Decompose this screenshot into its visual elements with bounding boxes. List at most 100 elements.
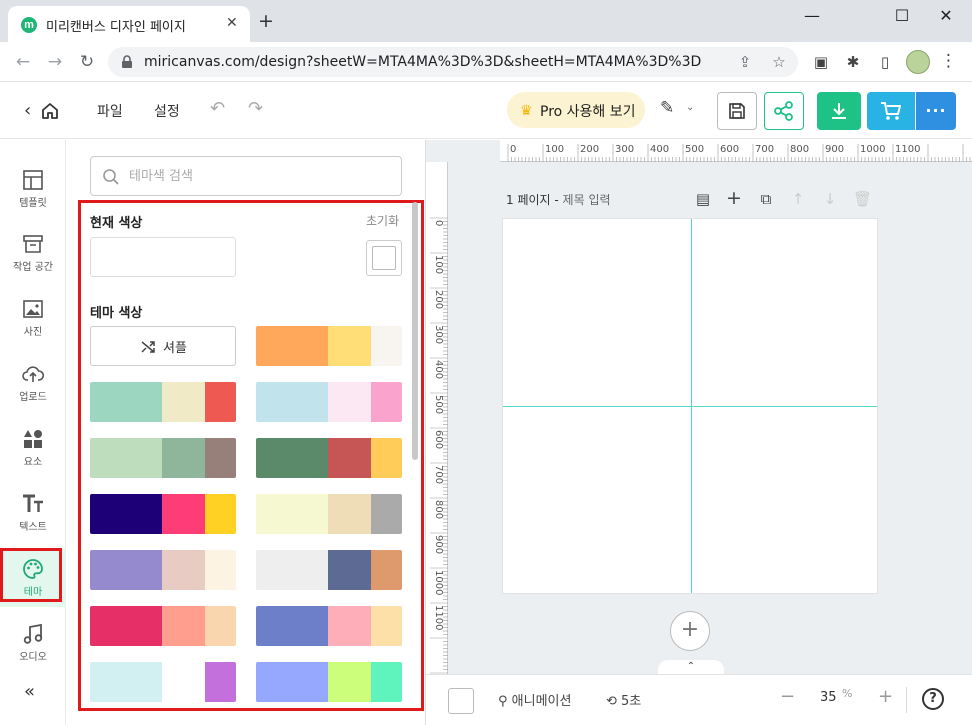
chevron-left-icon[interactable]: ‹ [24, 100, 31, 121]
theme-palette[interactable] [256, 550, 402, 590]
profile-avatar[interactable] [906, 50, 930, 74]
palette-swatch [371, 606, 402, 646]
duplicate-page-icon[interactable]: ⧉ [757, 190, 775, 208]
theme-palette[interactable] [90, 438, 236, 478]
pen-icon[interactable]: ✎ [660, 98, 674, 118]
theme-palette[interactable] [90, 494, 236, 534]
delete-page-icon[interactable]: 🗑 [853, 190, 872, 208]
sidebar-item-workspace[interactable]: 작업 공간 [0, 224, 66, 282]
divider [906, 687, 907, 713]
background-color-swatch[interactable] [448, 688, 474, 714]
theme-palette[interactable] [90, 382, 236, 422]
sidebar-item-upload[interactable]: 업로드 [0, 354, 66, 412]
palette-swatch [205, 494, 236, 534]
ruler-tick-label: 800 [790, 144, 810, 155]
menu-settings[interactable]: 설정 [154, 101, 180, 121]
workspace-icon [23, 235, 43, 253]
palette-swatch [162, 550, 205, 590]
zoom-value[interactable]: 35 [820, 690, 837, 705]
share-page-icon[interactable]: ⇪ [735, 52, 755, 72]
ruler-tick-label: 900 [825, 144, 845, 155]
minimize-icon[interactable]: — [792, 4, 832, 28]
chevron-down-icon[interactable]: ⌄ [686, 102, 694, 113]
move-down-icon[interactable]: ↓ [821, 190, 839, 208]
palette-swatch [162, 382, 205, 422]
palette-swatch [90, 494, 162, 534]
cart-button[interactable] [867, 92, 915, 130]
download-button[interactable] [817, 92, 861, 130]
sidebar-item-audio[interactable]: 오디오 [0, 614, 66, 672]
extensions-puzzle-icon[interactable]: ✱ [842, 51, 864, 73]
palette-swatch [205, 382, 236, 422]
pro-trial-button[interactable]: ♛ Pro 사용해 보기 [507, 92, 645, 128]
redo-icon[interactable]: ↷ [248, 98, 263, 119]
shuffle-icon [141, 341, 155, 353]
close-icon[interactable]: ✕ [226, 15, 238, 31]
theme-search-box[interactable] [90, 156, 402, 196]
back-arrow-icon[interactable]: ← [12, 51, 34, 73]
palette-swatch [162, 662, 205, 702]
collapse-sidebar-icon[interactable]: « [24, 681, 35, 702]
chevron-up-icon[interactable]: ⌃ [658, 660, 724, 674]
page-note-icon[interactable]: ▤ [694, 190, 712, 208]
theme-palette[interactable] [90, 662, 236, 702]
save-button[interactable] [717, 92, 757, 130]
sidebar-item-template[interactable]: 템플릿 [0, 160, 66, 218]
shuffle-button[interactable]: 셔플 [90, 326, 236, 366]
theme-palette[interactable] [256, 606, 402, 646]
window-close-icon[interactable]: ✕ [926, 4, 966, 28]
page-title-input[interactable]: 제목 입력 [563, 193, 611, 207]
active-item-highlight [0, 548, 62, 602]
browser-tab[interactable]: m 미리캔버스 디자인 페이지 ✕ [8, 6, 250, 42]
elements-shapes-icon [24, 430, 42, 448]
theme-palette[interactable] [256, 662, 402, 702]
duration-button[interactable]: ⟲ 5초 [606, 690, 641, 709]
current-color-slot[interactable] [90, 237, 236, 277]
bookmark-star-icon[interactable]: ☆ [769, 52, 789, 72]
zoom-out-icon[interactable]: − [780, 686, 795, 707]
panel-scrollbar[interactable] [412, 202, 418, 460]
theme-search-input[interactable] [129, 165, 389, 187]
theme-palette[interactable] [90, 550, 236, 590]
share-button[interactable] [764, 92, 804, 130]
ruler-corner [426, 140, 500, 162]
browser-menu-icon[interactable]: ⋮ [940, 51, 957, 71]
undo-icon[interactable]: ↶ [210, 98, 225, 119]
reset-button[interactable]: 초기화 [366, 212, 399, 229]
sidebar-item-elements[interactable]: 요소 [0, 419, 66, 477]
reload-icon[interactable]: ↻ [76, 51, 98, 73]
ruler-tick-label: 0 [510, 144, 517, 155]
palette-swatch [205, 606, 236, 646]
ruler-tick-label: 700 [755, 144, 775, 155]
cast-icon[interactable]: ▣ [810, 51, 832, 73]
theme-palette[interactable] [90, 606, 236, 646]
design-artboard[interactable] [502, 218, 878, 594]
add-page-icon[interactable]: + [725, 187, 743, 209]
sidebar-item-text[interactable]: 텍스트 [0, 484, 66, 542]
theme-palette[interactable] [256, 438, 402, 478]
sidebar-item-label: 요소 [23, 457, 43, 468]
more-options-button[interactable]: ··· [916, 92, 956, 130]
animation-button[interactable]: ⚲ 애니메이션 [498, 690, 571, 709]
zoom-in-icon[interactable]: + [878, 686, 893, 707]
address-bar[interactable]: miricanvas.com/design?sheetW=MTA4MA%3D%3… [108, 47, 798, 77]
new-tab-icon[interactable]: + [258, 12, 274, 31]
theme-palette[interactable] [256, 382, 402, 422]
theme-palette[interactable] [256, 326, 402, 366]
add-page-button[interactable]: + [670, 611, 710, 651]
reset-color-swatch[interactable] [366, 240, 402, 276]
palette-swatch [256, 438, 328, 478]
ruler-tick-label: 200 [580, 144, 600, 155]
help-icon[interactable]: ? [922, 688, 944, 710]
browser-titlebar: m 미리캔버스 디자인 페이지 ✕ + — ☐ ✕ [0, 0, 972, 42]
palette-swatch [205, 550, 236, 590]
theme-palette[interactable] [256, 494, 402, 534]
side-panel-icon[interactable]: ▯ [874, 51, 896, 73]
duration-label: 5초 [621, 694, 642, 709]
maximize-icon[interactable]: ☐ [882, 4, 922, 28]
menu-file[interactable]: 파일 [97, 101, 123, 121]
home-icon[interactable] [40, 101, 60, 121]
forward-arrow-icon[interactable]: → [44, 51, 66, 73]
sidebar-item-photo[interactable]: 사진 [0, 289, 66, 347]
move-up-icon[interactable]: ↑ [789, 190, 807, 208]
